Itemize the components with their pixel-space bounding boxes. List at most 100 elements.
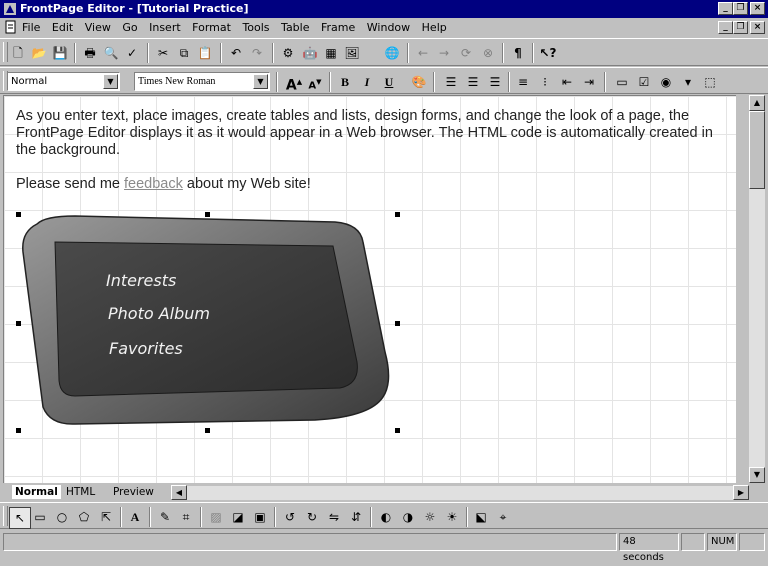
print-preview-icon[interactable]: 🔍: [101, 43, 121, 63]
resize-handle[interactable]: [395, 212, 400, 217]
scroll-left-icon[interactable]: ◀: [171, 485, 187, 500]
insert-button-icon[interactable]: ⬚: [700, 72, 720, 92]
insert-text-box-icon[interactable]: ▭: [612, 72, 632, 92]
bevel-icon[interactable]: ⬕: [471, 507, 491, 527]
tab-html[interactable]: HTML: [66, 485, 95, 499]
help-pointer-icon[interactable]: ↖?: [538, 43, 558, 63]
italic-icon[interactable]: I: [357, 72, 377, 92]
save-icon[interactable]: 💾: [50, 43, 70, 63]
rotate-right-icon[interactable]: ↻: [302, 507, 322, 527]
close-button[interactable]: ×: [750, 2, 765, 15]
align-left-icon[interactable]: ☰: [441, 72, 461, 92]
text-on-image-icon[interactable]: A: [125, 507, 145, 527]
circle-hotspot-icon[interactable]: ○: [52, 507, 72, 527]
crop-icon[interactable]: ⌗: [176, 507, 196, 527]
resize-handle[interactable]: [395, 321, 400, 326]
show-explorer-icon[interactable]: ⚙: [278, 43, 298, 63]
chevron-down-icon[interactable]: ▼: [253, 74, 268, 89]
print-icon[interactable]: 🖶: [80, 43, 100, 63]
less-contrast-icon[interactable]: ◑: [398, 507, 418, 527]
redo-icon[interactable]: ↷: [247, 43, 267, 63]
feedback-link[interactable]: feedback: [124, 176, 183, 192]
forward-arrow-icon[interactable]: →: [434, 43, 454, 63]
increase-indent-icon[interactable]: ⇥: [579, 72, 599, 92]
menu-file[interactable]: File: [22, 21, 40, 34]
copy-icon[interactable]: ⧉: [174, 43, 194, 63]
minimize-button[interactable]: _: [718, 2, 733, 15]
show-paragraph-marks-icon[interactable]: ¶: [508, 43, 528, 63]
make-transparent-icon[interactable]: ✎: [155, 507, 175, 527]
tab-normal[interactable]: Normal: [12, 485, 61, 499]
scroll-up-icon[interactable]: ▲: [749, 95, 765, 111]
new-page-icon[interactable]: 🗋: [8, 43, 28, 63]
flip-horizontal-icon[interactable]: ⇋: [324, 507, 344, 527]
decrease-font-size-icon[interactable]: A▼: [305, 72, 325, 92]
menu-frame[interactable]: Frame: [321, 21, 355, 34]
resize-handle[interactable]: [16, 212, 21, 217]
page-editor[interactable]: As you enter text, place images, create …: [3, 95, 736, 483]
more-brightness-icon[interactable]: ☼: [420, 507, 440, 527]
align-center-icon[interactable]: ☰: [463, 72, 483, 92]
menu-help[interactable]: Help: [422, 21, 447, 34]
highlight-hotspots-icon[interactable]: ⇱: [96, 507, 116, 527]
menu-insert[interactable]: Insert: [149, 21, 181, 34]
menu-window[interactable]: Window: [367, 21, 410, 34]
scroll-right-icon[interactable]: ▶: [733, 485, 749, 500]
doc-close-button[interactable]: ×: [750, 21, 765, 34]
more-contrast-icon[interactable]: ◐: [376, 507, 396, 527]
resize-handle[interactable]: [395, 428, 400, 433]
insert-image-icon[interactable]: 🖼: [342, 43, 362, 63]
paste-icon[interactable]: 📋: [195, 43, 215, 63]
chevron-down-icon[interactable]: ▼: [103, 74, 118, 89]
resample-icon[interactable]: ⌖: [493, 507, 513, 527]
black-and-white-icon[interactable]: ▣: [250, 507, 270, 527]
flip-vertical-icon[interactable]: ⇵: [346, 507, 366, 527]
stop-icon[interactable]: ⊗: [478, 43, 498, 63]
style-dropdown[interactable]: Normal ▼: [7, 72, 120, 91]
text-color-icon[interactable]: 🎨: [409, 72, 429, 92]
insert-checkbox-icon[interactable]: ☑: [634, 72, 654, 92]
open-folder-icon[interactable]: 📂: [29, 43, 49, 63]
underline-icon[interactable]: U: [379, 72, 399, 92]
page-content[interactable]: As you enter text, place images, create …: [16, 108, 736, 193]
scroll-thumb[interactable]: [749, 111, 765, 189]
decrease-indent-icon[interactable]: ⇤: [557, 72, 577, 92]
spelling-icon[interactable]: ✓: [122, 43, 142, 63]
scroll-down-icon[interactable]: ▼: [749, 467, 765, 483]
numbered-list-icon[interactable]: ≡: [513, 72, 533, 92]
insert-dropdown-icon[interactable]: ▾: [678, 72, 698, 92]
insert-radio-icon[interactable]: ◉: [656, 72, 676, 92]
restore-image-icon[interactable]: ▨: [206, 507, 226, 527]
font-dropdown[interactable]: Times New Roman ▼: [134, 72, 270, 91]
cut-icon[interactable]: ✂: [153, 43, 173, 63]
menu-edit[interactable]: Edit: [52, 21, 73, 34]
doc-restore-button[interactable]: ❐: [733, 21, 748, 34]
insert-webbot-icon[interactable]: 🤖: [300, 43, 320, 63]
menu-format[interactable]: Format: [192, 21, 231, 34]
tab-preview[interactable]: Preview: [113, 485, 154, 499]
bold-icon[interactable]: B: [335, 72, 355, 92]
restore-button[interactable]: ❐: [733, 2, 748, 15]
menu-view[interactable]: View: [85, 21, 111, 34]
align-right-icon[interactable]: ☰: [485, 72, 505, 92]
resize-handle[interactable]: [16, 321, 21, 326]
washout-icon[interactable]: ◪: [228, 507, 248, 527]
resize-handle[interactable]: [16, 428, 21, 433]
frontpage-app-icon[interactable]: [3, 2, 17, 16]
back-arrow-icon[interactable]: ←: [413, 43, 433, 63]
chalkboard-image[interactable]: Interests Photo Album Favorites: [15, 212, 405, 432]
polygon-hotspot-icon[interactable]: ⬠: [74, 507, 94, 527]
rectangle-hotspot-icon[interactable]: ▭: [30, 507, 50, 527]
menu-table[interactable]: Table: [281, 21, 309, 34]
less-brightness-icon[interactable]: ☀: [442, 507, 462, 527]
insert-table-icon[interactable]: ▦: [321, 43, 341, 63]
hyperlink-icon[interactable]: 🌐: [382, 43, 402, 63]
rotate-left-icon[interactable]: ↺: [280, 507, 300, 527]
vertical-scrollbar[interactable]: ▲ ▼: [749, 95, 765, 483]
refresh-icon[interactable]: ⟳: [456, 43, 476, 63]
undo-icon[interactable]: ↶: [226, 43, 246, 63]
doc-minimize-button[interactable]: _: [718, 21, 733, 34]
document-icon[interactable]: [4, 20, 18, 34]
increase-font-size-icon[interactable]: A▲: [284, 72, 304, 94]
bulleted-list-icon[interactable]: ⁝: [535, 72, 555, 92]
